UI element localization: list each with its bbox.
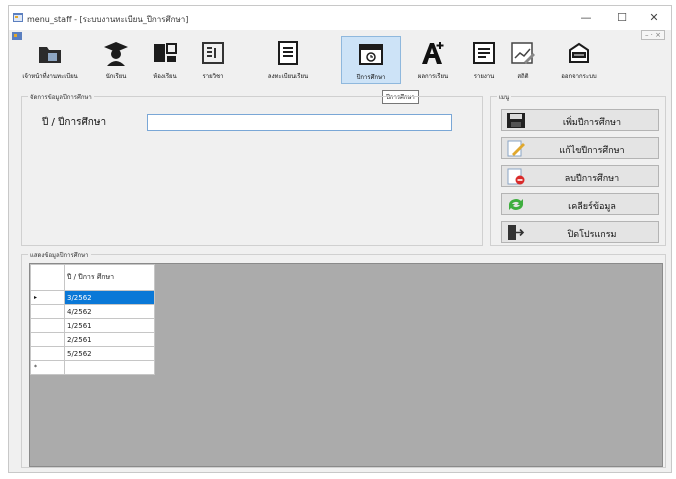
close-button[interactable]: ✕ bbox=[639, 10, 669, 26]
table-row[interactable]: 4/2562 bbox=[30, 304, 155, 319]
grid-cell[interactable]: 1/2561 bbox=[64, 318, 155, 333]
toolbar-label: สถิติ bbox=[517, 73, 529, 80]
book-icon bbox=[202, 42, 224, 64]
graduate-icon bbox=[104, 42, 128, 66]
grid-cell-new[interactable] bbox=[64, 360, 155, 375]
row-header bbox=[30, 318, 65, 333]
logout-icon bbox=[569, 42, 589, 63]
grid-cell[interactable]: 4/2562 bbox=[64, 304, 155, 319]
toolbar-label: รายงาน bbox=[473, 73, 495, 80]
toolbar-logout[interactable]: ออกจากระบบ bbox=[543, 36, 615, 84]
grid-cell[interactable]: 2/2561 bbox=[64, 332, 155, 347]
button-label: เพิ่มปีการศึกษา bbox=[562, 118, 622, 128]
delete-icon bbox=[507, 168, 525, 185]
calendar-icon bbox=[359, 44, 383, 65]
new-row[interactable]: * bbox=[30, 360, 155, 375]
current-row-indicator: ▸ bbox=[30, 290, 65, 305]
toolbar-classrooms[interactable]: ห้องเรียน bbox=[141, 36, 189, 84]
academic-year-input[interactable] bbox=[147, 114, 452, 131]
row-header bbox=[30, 332, 65, 347]
toolbar-label: ปีการศึกษา bbox=[356, 74, 386, 81]
academic-year-grid[interactable]: ปี / ปีการ ศึกษา ▸ 3/2562 4/2562 1/2561 … bbox=[29, 263, 663, 467]
toolbar-subjects[interactable]: รายวิชา bbox=[191, 36, 235, 84]
row-header bbox=[30, 304, 65, 319]
delete-year-button[interactable]: ลบปีการศึกษา bbox=[501, 165, 659, 187]
title-bar: menu_staff - [ระบบงานทะเบียน_ปีการศึกษา]… bbox=[9, 6, 671, 30]
main-toolbar: เจ้าหน้าที่งานทะเบียน นักเรียน ห้องเรียน bbox=[9, 36, 671, 86]
toolbar-label: ห้องเรียน bbox=[153, 73, 177, 80]
main-window: menu_staff - [ระบบงานทะเบียน_ปีการศึกษา]… bbox=[8, 5, 672, 473]
toolbar-registration[interactable]: ลงทะเบียนเรียน bbox=[237, 36, 339, 84]
grid-header-row: ปี / ปีการ ศึกษา bbox=[30, 264, 155, 291]
grade-icon bbox=[422, 42, 444, 64]
data-group-title: แสดงข้อมูลปีการศึกษา bbox=[28, 250, 91, 260]
edit-year-button[interactable]: แก้ไขปีการศึกษา bbox=[501, 137, 659, 159]
classroom-icon bbox=[154, 43, 177, 62]
minimize-button[interactable]: — bbox=[571, 10, 601, 26]
folder-icon bbox=[39, 47, 61, 63]
statistics-icon bbox=[511, 42, 535, 64]
save-icon bbox=[507, 113, 525, 128]
add-year-button[interactable]: เพิ่มปีการศึกษา bbox=[501, 109, 659, 131]
edit-icon bbox=[507, 140, 525, 157]
toolbar-staff[interactable]: เจ้าหน้าที่งานทะเบียน bbox=[9, 36, 91, 84]
report-icon bbox=[473, 42, 495, 64]
menu-groupbox: เมนู เพิ่มปีการศึกษา แก้ไขปีการศึกษา ลบป… bbox=[490, 92, 666, 246]
table-row[interactable]: 1/2561 bbox=[30, 318, 155, 333]
clear-data-button[interactable]: เคลียร์ข้อมูล bbox=[501, 193, 659, 215]
toolbar-reports[interactable]: รายงาน bbox=[465, 36, 503, 84]
refresh-icon bbox=[509, 199, 523, 210]
row-header-corner bbox=[30, 264, 65, 291]
new-row-indicator: * bbox=[30, 360, 65, 375]
toolbar-label: ลงทะเบียนเรียน bbox=[267, 73, 309, 80]
toolbar-academic-year[interactable]: ปีการศึกษา bbox=[341, 36, 401, 84]
close-program-button[interactable]: ปิดโปรแกรม bbox=[501, 221, 659, 243]
manage-group-title: จัดการข้อมูลปีการศึกษา bbox=[28, 92, 94, 102]
window-title: menu_staff - [ระบบงานทะเบียน_ปีการศึกษา] bbox=[27, 15, 189, 24]
toolbar-label: รายวิชา bbox=[202, 73, 224, 80]
table-row[interactable]: ▸ 3/2562 bbox=[30, 290, 155, 305]
table-row[interactable]: 2/2561 bbox=[30, 332, 155, 347]
button-label: ปิดโปรแกรม bbox=[567, 230, 617, 240]
data-grid-table: ปี / ปีการ ศึกษา ▸ 3/2562 4/2562 1/2561 … bbox=[30, 264, 155, 375]
toolbar-statistics[interactable]: สถิติ bbox=[505, 36, 541, 84]
button-label: เคลียร์ข้อมูล bbox=[568, 202, 616, 212]
grid-cell[interactable]: 3/2562 bbox=[64, 290, 155, 305]
academic-year-label: ปี / ปีการศึกษา bbox=[42, 117, 107, 128]
toolbar-label: ออกจากระบบ bbox=[561, 73, 597, 80]
column-header-academic-year[interactable]: ปี / ปีการ ศึกษา bbox=[64, 264, 155, 291]
toolbar-label: ผลการเรียน bbox=[417, 73, 449, 80]
grid-cell[interactable]: 5/2562 bbox=[64, 346, 155, 361]
button-label: ลบปีการศึกษา bbox=[564, 174, 620, 184]
app-icon bbox=[13, 13, 23, 22]
toolbar-grades[interactable]: ผลการเรียน bbox=[403, 36, 463, 84]
toolbar-students[interactable]: นักเรียน bbox=[93, 36, 139, 84]
toolbar-label: นักเรียน bbox=[105, 73, 127, 80]
row-header bbox=[30, 346, 65, 361]
document-icon bbox=[278, 41, 298, 65]
menu-group-title: เมนู bbox=[497, 92, 512, 102]
button-label: แก้ไขปีการศึกษา bbox=[559, 146, 625, 156]
manage-groupbox: จัดการข้อมูลปีการศึกษา ปี / ปีการศึกษา bbox=[21, 92, 483, 246]
maximize-button[interactable]: ☐ bbox=[607, 10, 637, 26]
toolbar-label: เจ้าหน้าที่งานทะเบียน bbox=[22, 73, 78, 80]
exit-icon bbox=[508, 225, 525, 240]
table-row[interactable]: 5/2562 bbox=[30, 346, 155, 361]
